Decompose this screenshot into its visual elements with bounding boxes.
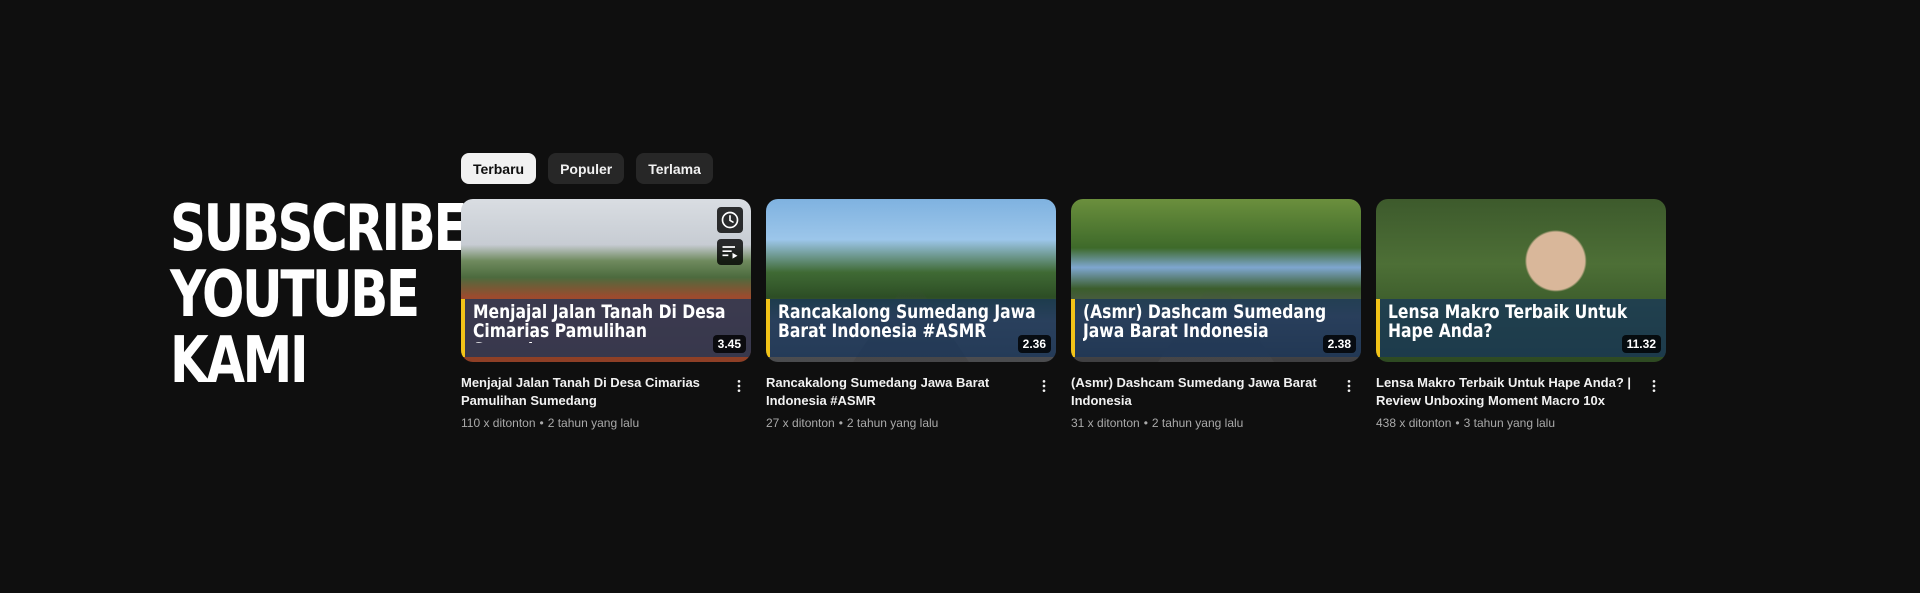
- thumbnail-caption-text: (Asmr) Dashcam Sumedang Jawa Barat Indon…: [1083, 303, 1327, 341]
- view-count: 31 x ditonton: [1071, 416, 1140, 430]
- thumbnail-caption-text: Menjajal Jalan Tanah Di Desa Cimarias Pa…: [473, 303, 726, 343]
- video-title[interactable]: Rancakalong Sumedang Jawa Barat Indonesi…: [766, 374, 1028, 410]
- thumbnail-caption: Menjajal Jalan Tanah Di Desa Cimarias Pa…: [461, 299, 751, 357]
- video-card: (Asmr) Dashcam Sumedang Jawa Barat Indon…: [1071, 199, 1361, 430]
- channel-videos-page: SUBSCRIBE YOUTUBE KAMI Terbaru Populer T…: [0, 0, 1920, 593]
- promo-line: KAMI: [170, 324, 309, 398]
- video-title[interactable]: (Asmr) Dashcam Sumedang Jawa Barat Indon…: [1071, 374, 1333, 410]
- video-duration: 3.45: [712, 335, 746, 353]
- separator-dot: •: [1455, 416, 1460, 430]
- more-vert-icon: [1652, 380, 1656, 392]
- video-stats: 31 x ditonton • 2 tahun yang lalu: [1071, 416, 1333, 430]
- video-details: Lensa Makro Terbaik Untuk Hape Anda? | R…: [1376, 374, 1666, 430]
- separator-dot: •: [838, 416, 843, 430]
- video-stats: 27 x ditonton • 2 tahun yang lalu: [766, 416, 1028, 430]
- promo-line: YOUTUBE: [170, 258, 420, 332]
- upload-age: 2 tahun yang lalu: [1151, 416, 1244, 430]
- video-stats: 110 x ditonton • 2 tahun yang lalu: [461, 416, 723, 430]
- video-thumbnail[interactable]: Rancakalong Sumedang Jawa Barat Indonesi…: [766, 199, 1056, 362]
- upload-age: 3 tahun yang lalu: [1463, 416, 1556, 430]
- add-to-queue-button[interactable]: [717, 239, 743, 265]
- video-duration: 2.38: [1322, 335, 1356, 353]
- video-thumbnail[interactable]: (Asmr) Dashcam Sumedang Jawa Barat Indon…: [1071, 199, 1361, 362]
- video-grid: Menjajal Jalan Tanah Di Desa Cimarias Pa…: [461, 199, 1666, 430]
- video-details: Menjajal Jalan Tanah Di Desa Cimarias Pa…: [461, 374, 751, 430]
- video-card: Menjajal Jalan Tanah Di Desa Cimarias Pa…: [461, 199, 751, 430]
- chip-terbaru[interactable]: Terbaru: [461, 153, 537, 184]
- watch-later-button[interactable]: [717, 207, 743, 233]
- subscribe-promo-text: SUBSCRIBE YOUTUBE KAMI: [170, 192, 468, 398]
- upload-age: 2 tahun yang lalu: [547, 416, 640, 430]
- more-vert-icon: [1347, 380, 1351, 392]
- more-actions-button[interactable]: [1337, 374, 1361, 398]
- view-count: 438 x ditonton: [1376, 416, 1452, 430]
- video-thumbnail[interactable]: Lensa Makro Terbaik Untuk Hape Anda? 11.…: [1376, 199, 1666, 362]
- thumbnail-caption: Rancakalong Sumedang Jawa Barat Indonesi…: [766, 299, 1056, 357]
- more-actions-button[interactable]: [1032, 374, 1056, 398]
- more-vert-icon: [1042, 380, 1046, 392]
- thumbnail-caption-text: Lensa Makro Terbaik Untuk Hape Anda?: [1388, 303, 1628, 341]
- upload-age: 2 tahun yang lalu: [846, 416, 939, 430]
- video-duration: 11.32: [1621, 335, 1661, 353]
- more-vert-icon: [737, 380, 741, 392]
- promo-line: SUBSCRIBE: [170, 192, 468, 266]
- thumbnail-caption: (Asmr) Dashcam Sumedang Jawa Barat Indon…: [1071, 299, 1361, 357]
- sort-chips: Terbaru Populer Terlama: [461, 153, 713, 184]
- video-thumbnail[interactable]: Menjajal Jalan Tanah Di Desa Cimarias Pa…: [461, 199, 751, 362]
- separator-dot: •: [1143, 416, 1148, 430]
- video-card: Lensa Makro Terbaik Untuk Hape Anda? 11.…: [1376, 199, 1666, 430]
- video-card: Rancakalong Sumedang Jawa Barat Indonesi…: [766, 199, 1056, 430]
- video-title[interactable]: Menjajal Jalan Tanah Di Desa Cimarias Pa…: [461, 374, 723, 410]
- video-duration: 2.36: [1017, 335, 1051, 353]
- video-stats: 438 x ditonton • 3 tahun yang lalu: [1376, 416, 1638, 430]
- view-count: 110 x ditonton: [461, 416, 536, 430]
- more-actions-button[interactable]: [727, 374, 751, 398]
- thumbnail-caption-text: Rancakalong Sumedang Jawa Barat Indonesi…: [778, 303, 1036, 341]
- view-count: 27 x ditonton: [766, 416, 835, 430]
- queue-icon: [722, 246, 738, 259]
- video-details: Rancakalong Sumedang Jawa Barat Indonesi…: [766, 374, 1056, 430]
- chip-terlama[interactable]: Terlama: [636, 153, 713, 184]
- separator-dot: •: [539, 416, 544, 430]
- clock-icon: [721, 211, 739, 229]
- more-actions-button[interactable]: [1642, 374, 1666, 398]
- video-details: (Asmr) Dashcam Sumedang Jawa Barat Indon…: [1071, 374, 1361, 430]
- chip-populer[interactable]: Populer: [548, 153, 625, 184]
- video-title[interactable]: Lensa Makro Terbaik Untuk Hape Anda? | R…: [1376, 374, 1638, 410]
